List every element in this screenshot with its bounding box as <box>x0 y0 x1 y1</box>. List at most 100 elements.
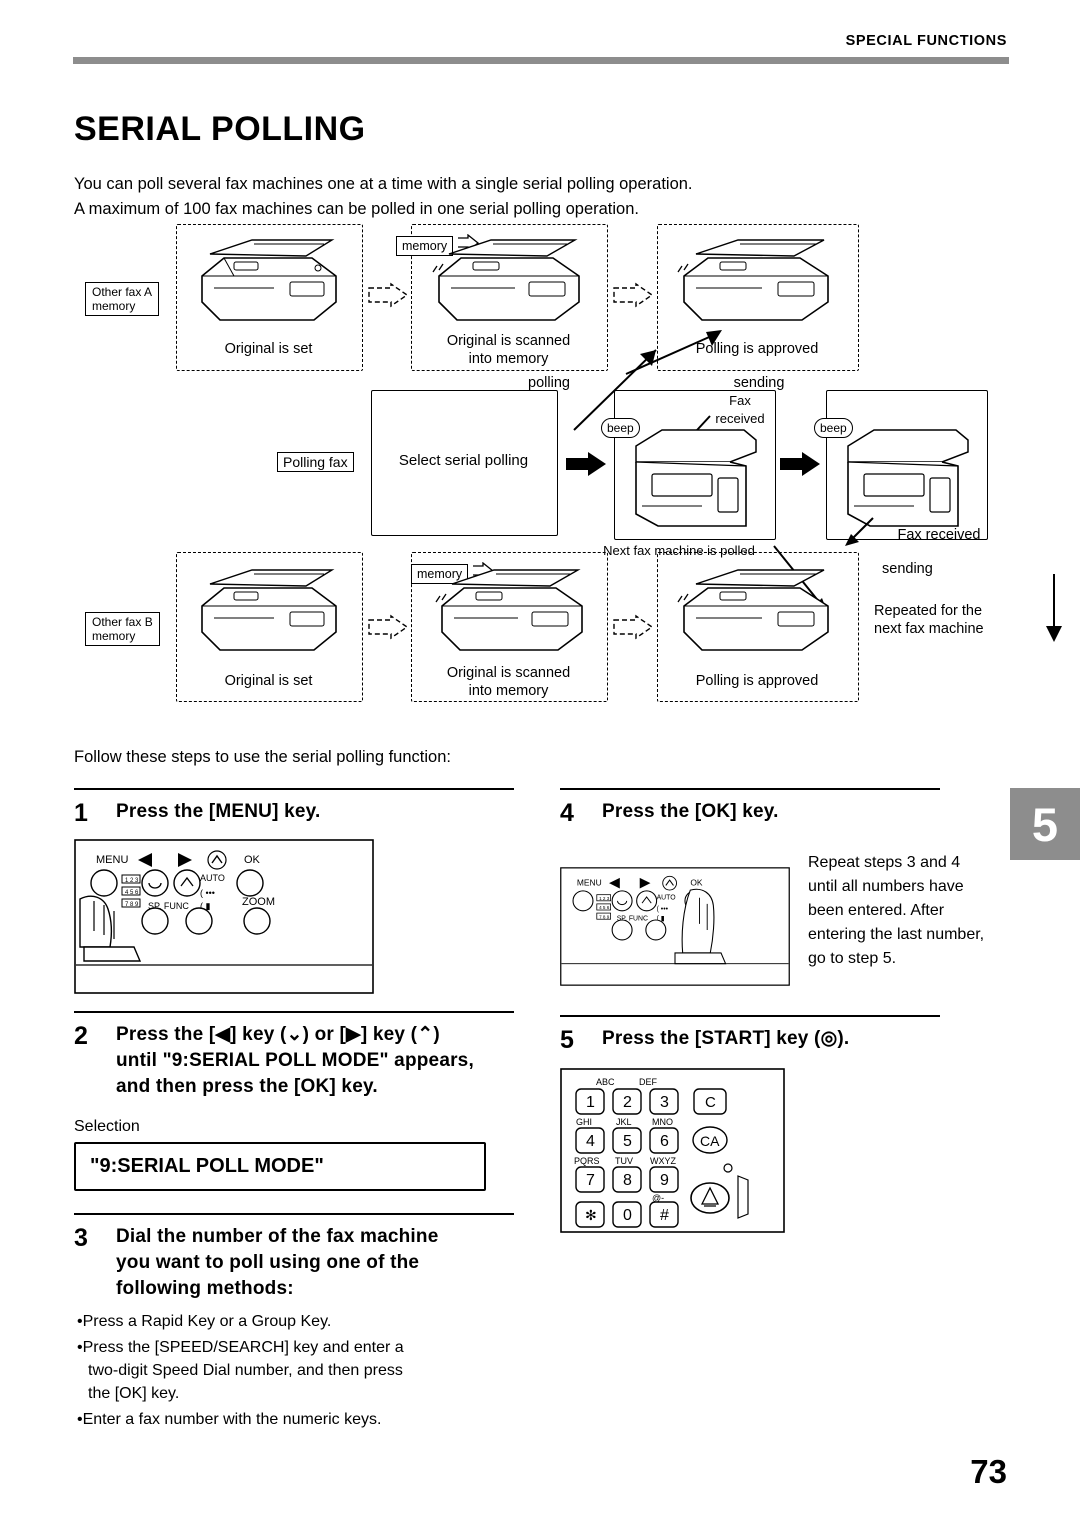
bullet-item: •Press the [SPEED/SEARCH] key and enter … <box>77 1339 404 1356</box>
steps-right-column: 4 Press the [OK] key. MENU OK 1 2 3 4 5 … <box>560 788 1010 1238</box>
follow-steps-text: Follow these steps to use the serial pol… <box>74 748 451 766</box>
arrow-dashed-right <box>367 282 411 315</box>
step-3-title: Dial the number of the fax machine you w… <box>116 1224 514 1302</box>
svg-text:CA: CA <box>700 1133 720 1149</box>
svg-text:AUTO: AUTO <box>200 873 225 883</box>
svg-text:5: 5 <box>623 1133 632 1150</box>
fax-machine-icon <box>432 566 592 661</box>
svg-text:1: 1 <box>586 1094 595 1111</box>
approved-diagonal-arrow <box>620 322 730 387</box>
svg-text:WXYZ: WXYZ <box>650 1156 677 1166</box>
fax-machine-icon <box>429 236 589 331</box>
control-panel-illustration-2: MENU OK 1 2 3 4 5 6 7 8 9 AUTO (••• (▮… <box>560 849 790 1009</box>
svg-text:0: 0 <box>623 1207 632 1224</box>
step-3-bullets: •Press a Rapid Key or a Group Key. •Pres… <box>74 1310 514 1431</box>
bullet-item: •Enter a fax number with the numeric key… <box>77 1411 382 1428</box>
svg-text:7 8 9: 7 8 9 <box>599 914 610 919</box>
svg-text:JKL: JKL <box>616 1117 632 1127</box>
svg-text:( •••: ( ••• <box>657 906 669 913</box>
down-arrow-circle-icon: ⌄ <box>286 1024 303 1045</box>
manual-page: SPECIAL FUNCTIONS SERIAL POLLING You can… <box>0 0 1080 1529</box>
svg-text:C: C <box>705 1094 716 1111</box>
header-rule <box>73 57 1009 64</box>
fax-machine-icon <box>194 236 344 331</box>
other-fax-b-label: Other fax B memory <box>85 612 160 646</box>
svg-text:4 5 6: 4 5 6 <box>125 890 139 896</box>
svg-text:AUTO: AUTO <box>657 894 677 901</box>
arrow-dashed-right <box>612 282 656 315</box>
step-4-body: Repeat steps 3 and 4 until all numbers h… <box>808 854 985 967</box>
arrow-solid-right <box>566 450 608 483</box>
step-divider <box>74 788 514 790</box>
step-3-line-2: you want to poll using one of the <box>116 1252 420 1273</box>
svg-text:GHI: GHI <box>576 1117 592 1127</box>
lcd-display: "9:SERIAL POLL MODE" <box>74 1142 486 1191</box>
page-title: SERIAL POLLING <box>74 110 366 148</box>
caption-original-is-set-b: Original is set <box>224 673 313 689</box>
page-number: 73 <box>970 1453 1007 1490</box>
step-5-title: Press the [START] key (◎). <box>602 1028 850 1049</box>
arrow-dashed-right <box>367 614 411 647</box>
step-1: 1 Press the [MENU] key. <box>74 799 514 826</box>
svg-text:PQRS: PQRS <box>574 1156 600 1166</box>
step-1-title: Press the [MENU] key. <box>116 801 321 822</box>
step-3-line-1: Dial the number of the fax machine <box>116 1226 439 1247</box>
svg-text:DEF: DEF <box>639 1077 658 1087</box>
caption-scanned-b: Original is scanned into memory <box>446 665 571 699</box>
svg-text:1 2 3: 1 2 3 <box>125 878 139 884</box>
svg-text:9: 9 <box>660 1172 669 1189</box>
start-key-icon: ◎ <box>820 1028 838 1049</box>
polling-fax-label: Polling fax <box>277 452 354 472</box>
svg-text:7: 7 <box>586 1172 595 1189</box>
step-divider <box>560 1015 940 1017</box>
step-3-number: 3 <box>74 1224 88 1252</box>
svg-text:1 2 3: 1 2 3 <box>599 896 610 901</box>
step-3: 3 Dial the number of the fax machine you… <box>74 1224 514 1302</box>
control-panel-illustration-1: MENU OK 1 2 3 4 5 6 7 8 9 AUTO ( ••• (▮… <box>74 839 514 999</box>
step-divider <box>74 1011 514 1013</box>
step-2-line-2: until "9:SERIAL POLL MODE" appears, <box>116 1050 474 1071</box>
intro-text: You can poll several fax machines one at… <box>74 172 974 222</box>
steps-left-column: 1 Press the [MENU] key. MENU OK 1 2 3 4 … <box>74 788 514 1431</box>
serial-polling-diagram: Other fax A memory Original is set memor… <box>74 222 1062 722</box>
svg-text:MENU: MENU <box>577 877 602 887</box>
step-4-title: Press the [OK] key. <box>602 801 779 822</box>
svg-text:4 5 6: 4 5 6 <box>599 905 610 910</box>
step-divider <box>74 1213 514 1215</box>
keypad-illustration: ABC DEF 1 2 3 C GHI JKL MNO 4 5 6 CA PQR… <box>560 1068 1010 1238</box>
bullet-continuation: the [OK] key. <box>88 1385 180 1402</box>
step-4: 4 Press the [OK] key. <box>560 799 1010 826</box>
svg-text:2: 2 <box>623 1094 632 1111</box>
step-2-line-3: and then press the [OK] key. <box>116 1076 378 1097</box>
up-arrow-circle-icon: ⌃ <box>417 1024 434 1045</box>
section-header: SPECIAL FUNCTIONS <box>845 33 1007 49</box>
svg-text:4: 4 <box>586 1133 595 1150</box>
svg-text:ABC: ABC <box>596 1077 615 1087</box>
step-2-number: 2 <box>74 1022 88 1050</box>
svg-text:ZOOM: ZOOM <box>242 896 275 908</box>
svg-text:3: 3 <box>660 1094 669 1111</box>
svg-text:OK: OK <box>244 854 261 866</box>
svg-text:( •••: ( ••• <box>200 888 215 898</box>
chapter-number-tab: 5 <box>1010 788 1080 860</box>
arrow-dashed-right <box>612 614 656 647</box>
bullet-continuation: two-digit Speed Dial number, and then pr… <box>88 1362 403 1379</box>
caption-select-serial-polling: Select serial polling <box>398 452 529 469</box>
right-arrow-icon: ▶ <box>346 1024 361 1045</box>
step-5: 5 Press the [START] key (◎). <box>560 1026 1010 1053</box>
step-2: 2 Press the [◀] key (⌄) or [▶] key (⌃) u… <box>74 1022 514 1100</box>
svg-text:7 8 9: 7 8 9 <box>125 902 139 908</box>
svg-text:✻: ✻ <box>585 1207 597 1223</box>
fax-machine-icon <box>674 566 839 661</box>
left-arrow-icon: ◀ <box>215 1024 231 1045</box>
step-2-title: Press the [◀] key (⌄) or [▶] key (⌃) unt… <box>116 1022 514 1100</box>
step-divider <box>560 788 940 790</box>
bullet-item: •Press a Rapid Key or a Group Key. <box>77 1313 332 1330</box>
mfp-icon <box>622 422 767 534</box>
intro-line-1: You can poll several fax machines one at… <box>74 175 693 193</box>
caption-original-is-set-a: Original is set <box>224 341 313 357</box>
fax-machine-icon <box>674 236 839 331</box>
selection-label: Selection <box>74 1118 140 1135</box>
svg-text:MENU: MENU <box>96 854 128 866</box>
other-fax-a-label: Other fax A memory <box>85 282 160 316</box>
